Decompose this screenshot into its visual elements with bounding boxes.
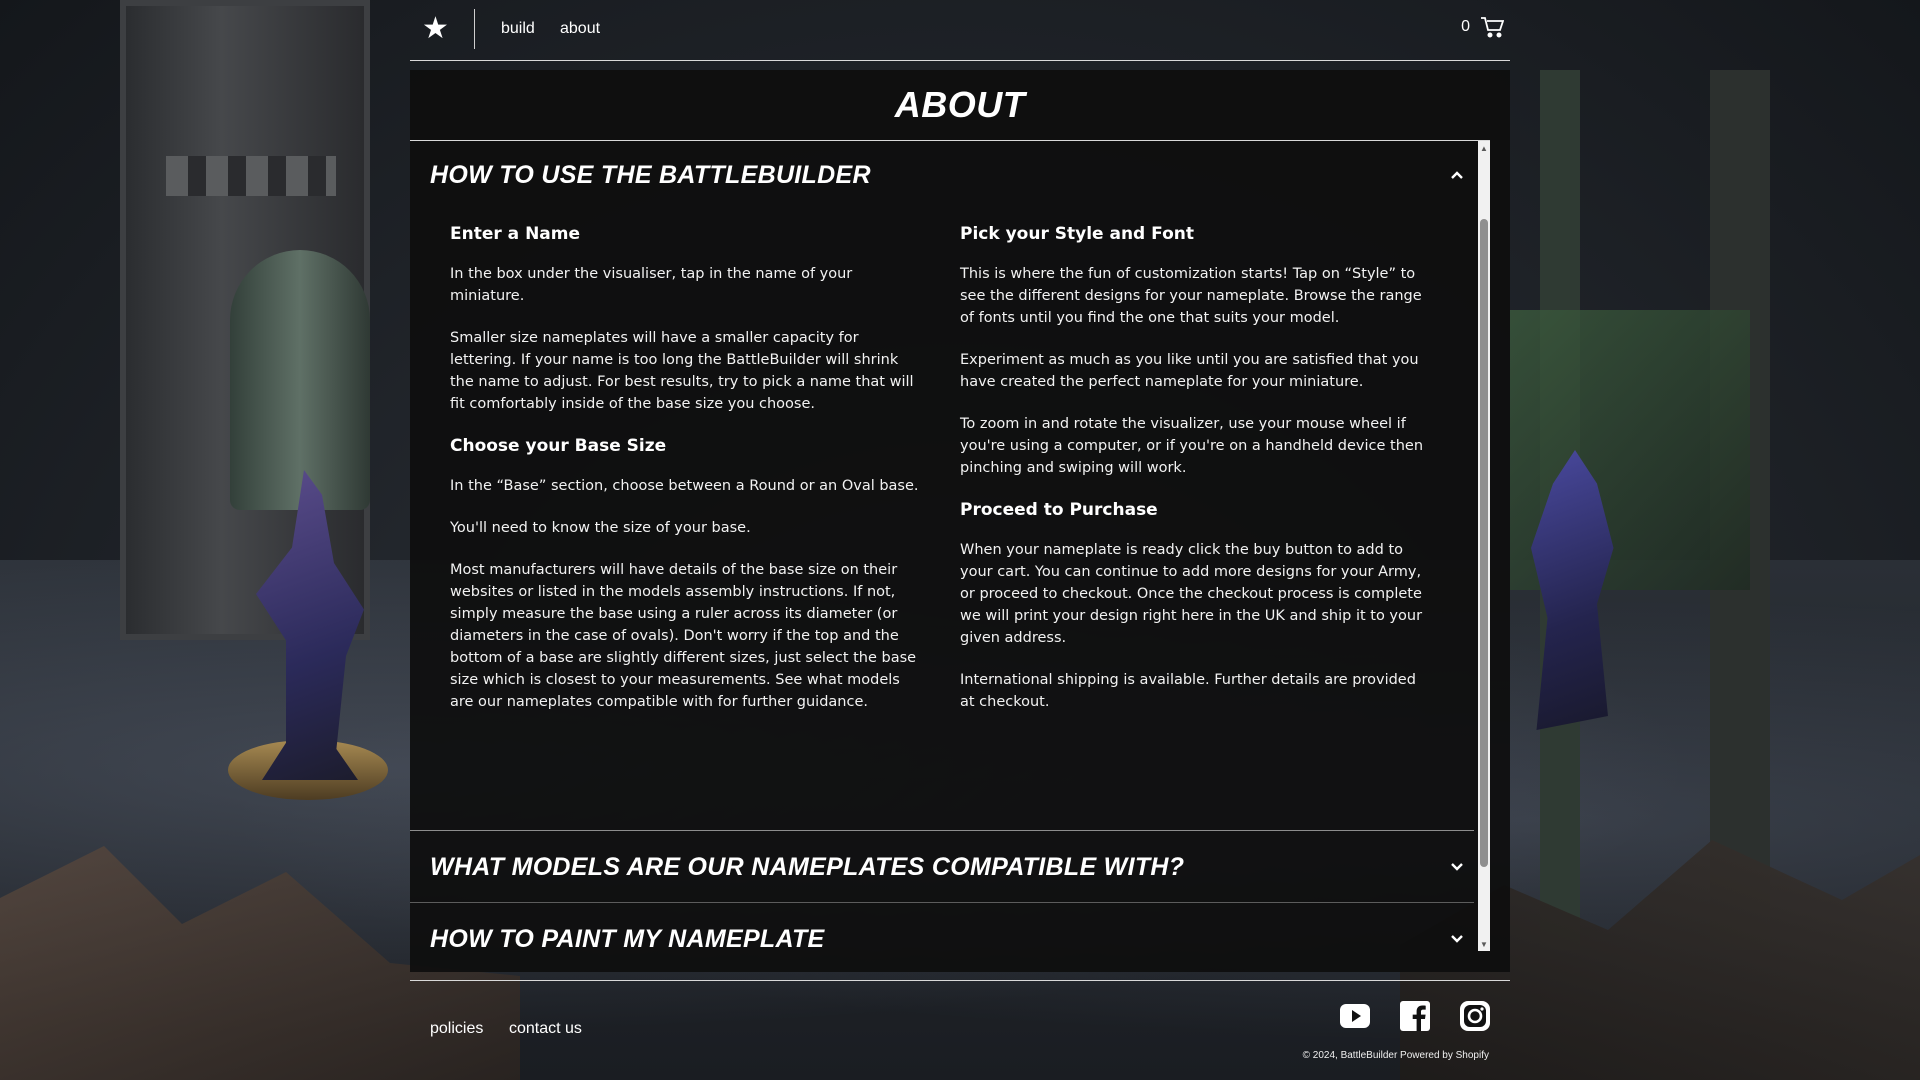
accordion-title: HOW TO USE THE BATTLEBUILDER: [430, 160, 871, 189]
background-dome: [230, 250, 370, 510]
section-heading: Choose your Base Size: [450, 436, 667, 456]
chevron-down-icon: [1450, 862, 1464, 872]
nav-build-link[interactable]: build: [501, 20, 535, 38]
accordion-header-compatible-models[interactable]: WHAT MODELS ARE OUR NAMEPLATES COMPATIBL…: [430, 837, 1474, 897]
section-style-font: Pick your Style and Font This is where t…: [960, 223, 1430, 479]
instructions-left-column: Enter a Name In the box under the visual…: [450, 223, 920, 733]
accordion-item-paint-nameplate: HOW TO PAINT MY NAMEPLATE: [410, 903, 1474, 971]
footer-divider: [410, 980, 1510, 981]
page-title: ABOUT: [894, 84, 1026, 125]
section-paragraph: This is where the fun of customization s…: [960, 266, 1422, 326]
section-paragraph: Experiment as much as you like until you…: [960, 352, 1419, 390]
section-paragraph: In the “Base” section, choose between a …: [450, 478, 919, 494]
copyright-text: © 2024, BattleBuilder Powered by Shopify: [1302, 1050, 1489, 1061]
cart-count: 0: [1461, 18, 1470, 35]
footer-contact-link[interactable]: contact us: [509, 1020, 582, 1038]
section-paragraph: In the box under the visualiser, tap in …: [450, 266, 853, 304]
faq-accordion: HOW TO USE THE BATTLEBUILDER Enter a Nam…: [410, 141, 1490, 971]
cart-icon: [1480, 16, 1504, 38]
accordion-header-paint-nameplate[interactable]: HOW TO PAINT MY NAMEPLATE: [430, 909, 1474, 969]
section-purchase: Proceed to Purchase When your nameplate …: [960, 499, 1430, 713]
section-heading: Pick your Style and Font: [960, 224, 1194, 244]
chevron-up-icon: [1450, 170, 1464, 180]
section-paragraph: To zoom in and rotate the visualizer, us…: [960, 416, 1424, 476]
section-enter-name: Enter a Name In the box under the visual…: [450, 223, 920, 415]
section-base-size: Choose your Base Size In the “Base” sect…: [450, 435, 920, 713]
footer-policies-link[interactable]: policies: [430, 1020, 483, 1038]
header-divider: [474, 9, 475, 49]
instructions-right-column: Pick your Style and Font This is where t…: [960, 223, 1430, 733]
youtube-icon[interactable]: [1339, 1000, 1371, 1032]
instagram-icon[interactable]: [1459, 1000, 1491, 1032]
star-logo-icon[interactable]: ★: [422, 14, 452, 44]
site-header: ★ build about 0: [410, 0, 1510, 61]
about-panel: ABOUT HOW TO USE THE BATTLEBUILDER Enter…: [410, 70, 1510, 972]
section-heading: Proceed to Purchase: [960, 500, 1158, 520]
accordion-title: HOW TO PAINT MY NAMEPLATE: [430, 924, 825, 953]
nav-about-link[interactable]: about: [560, 20, 600, 38]
chevron-down-icon: [1450, 934, 1464, 944]
scroll-down-arrow-icon[interactable]: ▼: [1478, 937, 1490, 951]
accordion-item-how-to-use: HOW TO USE THE BATTLEBUILDER Enter a Nam…: [410, 141, 1474, 831]
cart-button[interactable]: 0: [1461, 16, 1504, 38]
accordion-item-compatible-models: WHAT MODELS ARE OUR NAMEPLATES COMPATIBL…: [410, 831, 1474, 903]
accordion-title: WHAT MODELS ARE OUR NAMEPLATES COMPATIBL…: [430, 852, 1185, 881]
section-paragraph: International shipping is available. Fur…: [960, 672, 1416, 710]
facebook-icon[interactable]: [1399, 1000, 1431, 1032]
section-paragraph: Smaller size nameplates will have a smal…: [450, 330, 914, 412]
section-heading: Enter a Name: [450, 224, 581, 244]
accordion-header-how-to-use[interactable]: HOW TO USE THE BATTLEBUILDER: [430, 141, 1474, 209]
section-paragraph: When your nameplate is ready click the b…: [960, 542, 1423, 646]
section-paragraph: You'll need to know the size of your bas…: [450, 520, 751, 536]
accordion-scrollbar[interactable]: ▲ ▼: [1478, 141, 1490, 951]
section-paragraph: Most manufacturers will have details of …: [450, 562, 917, 710]
scroll-thumb[interactable]: [1480, 219, 1488, 867]
scroll-up-arrow-icon[interactable]: ▲: [1478, 141, 1490, 155]
